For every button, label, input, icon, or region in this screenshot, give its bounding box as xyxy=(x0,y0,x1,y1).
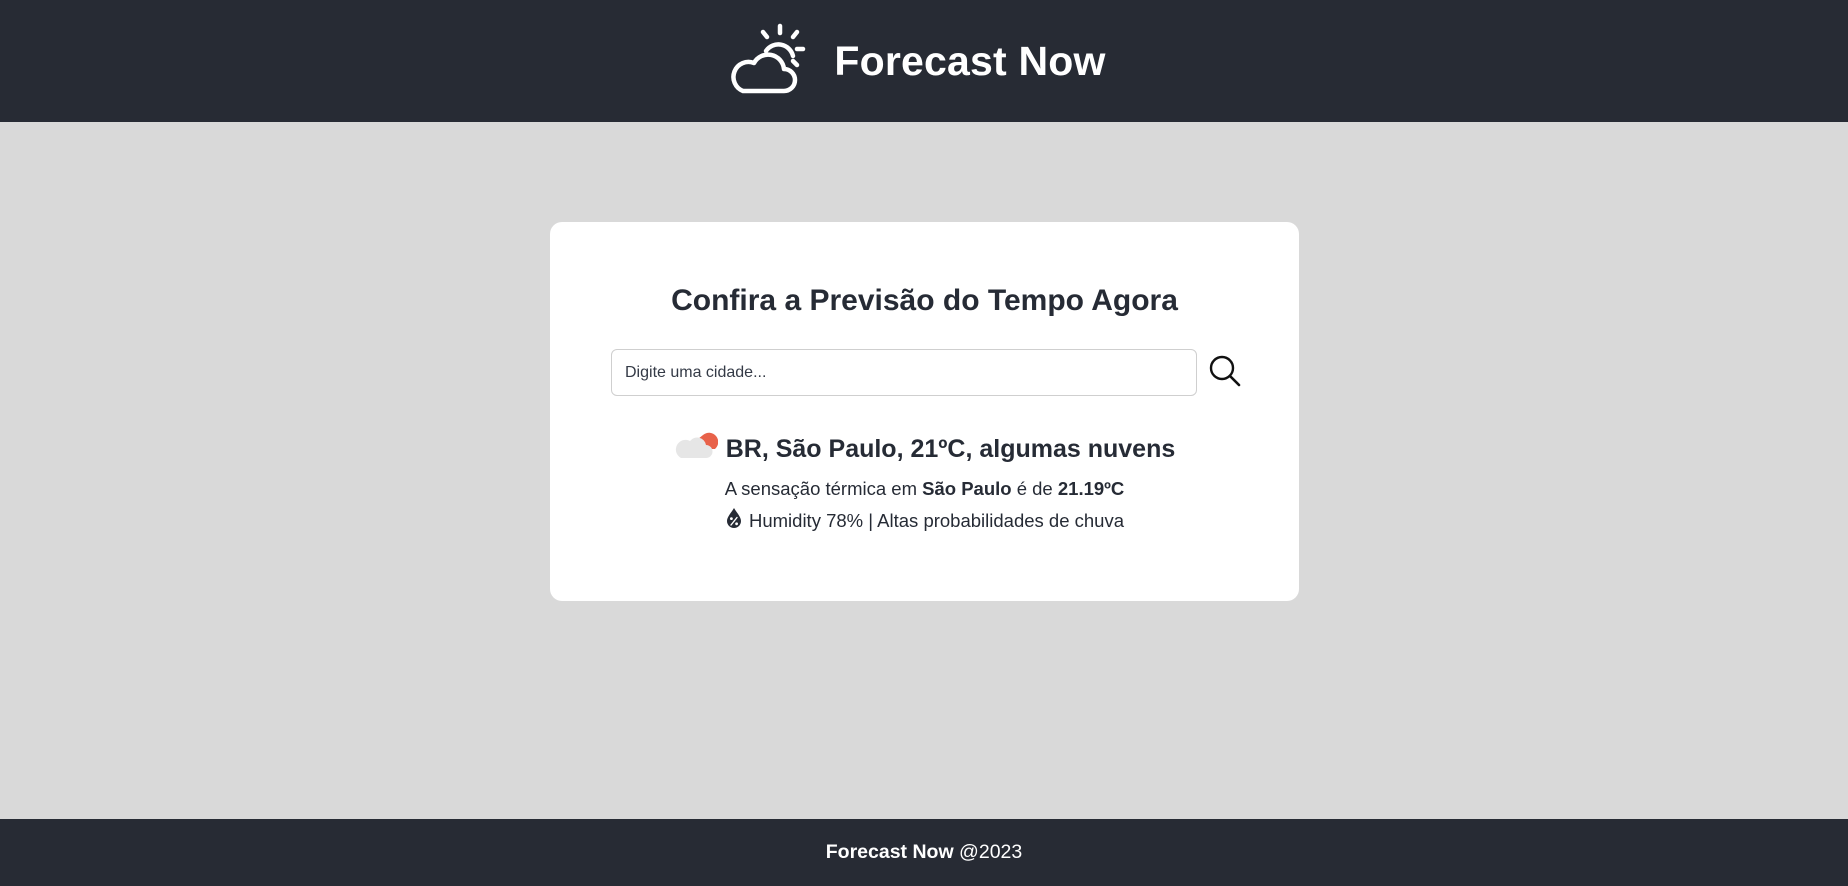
feels-prefix: A sensação térmica em xyxy=(724,478,917,499)
humidity-text: Humidity 78% | Altas probabilidades de c… xyxy=(748,509,1125,531)
search-row xyxy=(611,349,1245,396)
brand: Forecast Now xyxy=(730,23,1105,100)
app-footer: Forecast Now @2023 xyxy=(0,819,1848,886)
search-icon xyxy=(1208,354,1242,391)
footer-year: @2023 xyxy=(953,841,1023,863)
weather-summary-text: BR, São Paulo, 21ºC, algumas nuvens xyxy=(725,435,1176,463)
feels-temperature: 21.19ºC xyxy=(1057,478,1125,499)
feels-city: São Paulo xyxy=(922,478,1012,499)
footer-brand: Forecast Now xyxy=(825,841,954,863)
weather-card: Confira a Previsão do Tempo Agora BR, Sã… xyxy=(550,222,1299,601)
city-search-input[interactable] xyxy=(611,349,1197,396)
humidity-line: Humidity 78% | Altas probabilidades de c… xyxy=(550,507,1299,534)
partly-cloudy-icon xyxy=(730,23,806,100)
weather-summary: BR, São Paulo, 21ºC, algumas nuvens xyxy=(550,429,1299,470)
feels-like-line: A sensação térmica em São Paulo é de 21.… xyxy=(550,478,1299,500)
humidity-drop-icon xyxy=(725,507,743,534)
feels-middle: é de xyxy=(1016,478,1053,499)
app-header: Forecast Now xyxy=(0,0,1848,122)
few-clouds-icon xyxy=(674,429,718,470)
app-title: Forecast Now xyxy=(834,37,1106,84)
search-button[interactable] xyxy=(1205,353,1245,393)
card-title: Confira a Previsão do Tempo Agora xyxy=(671,284,1178,317)
